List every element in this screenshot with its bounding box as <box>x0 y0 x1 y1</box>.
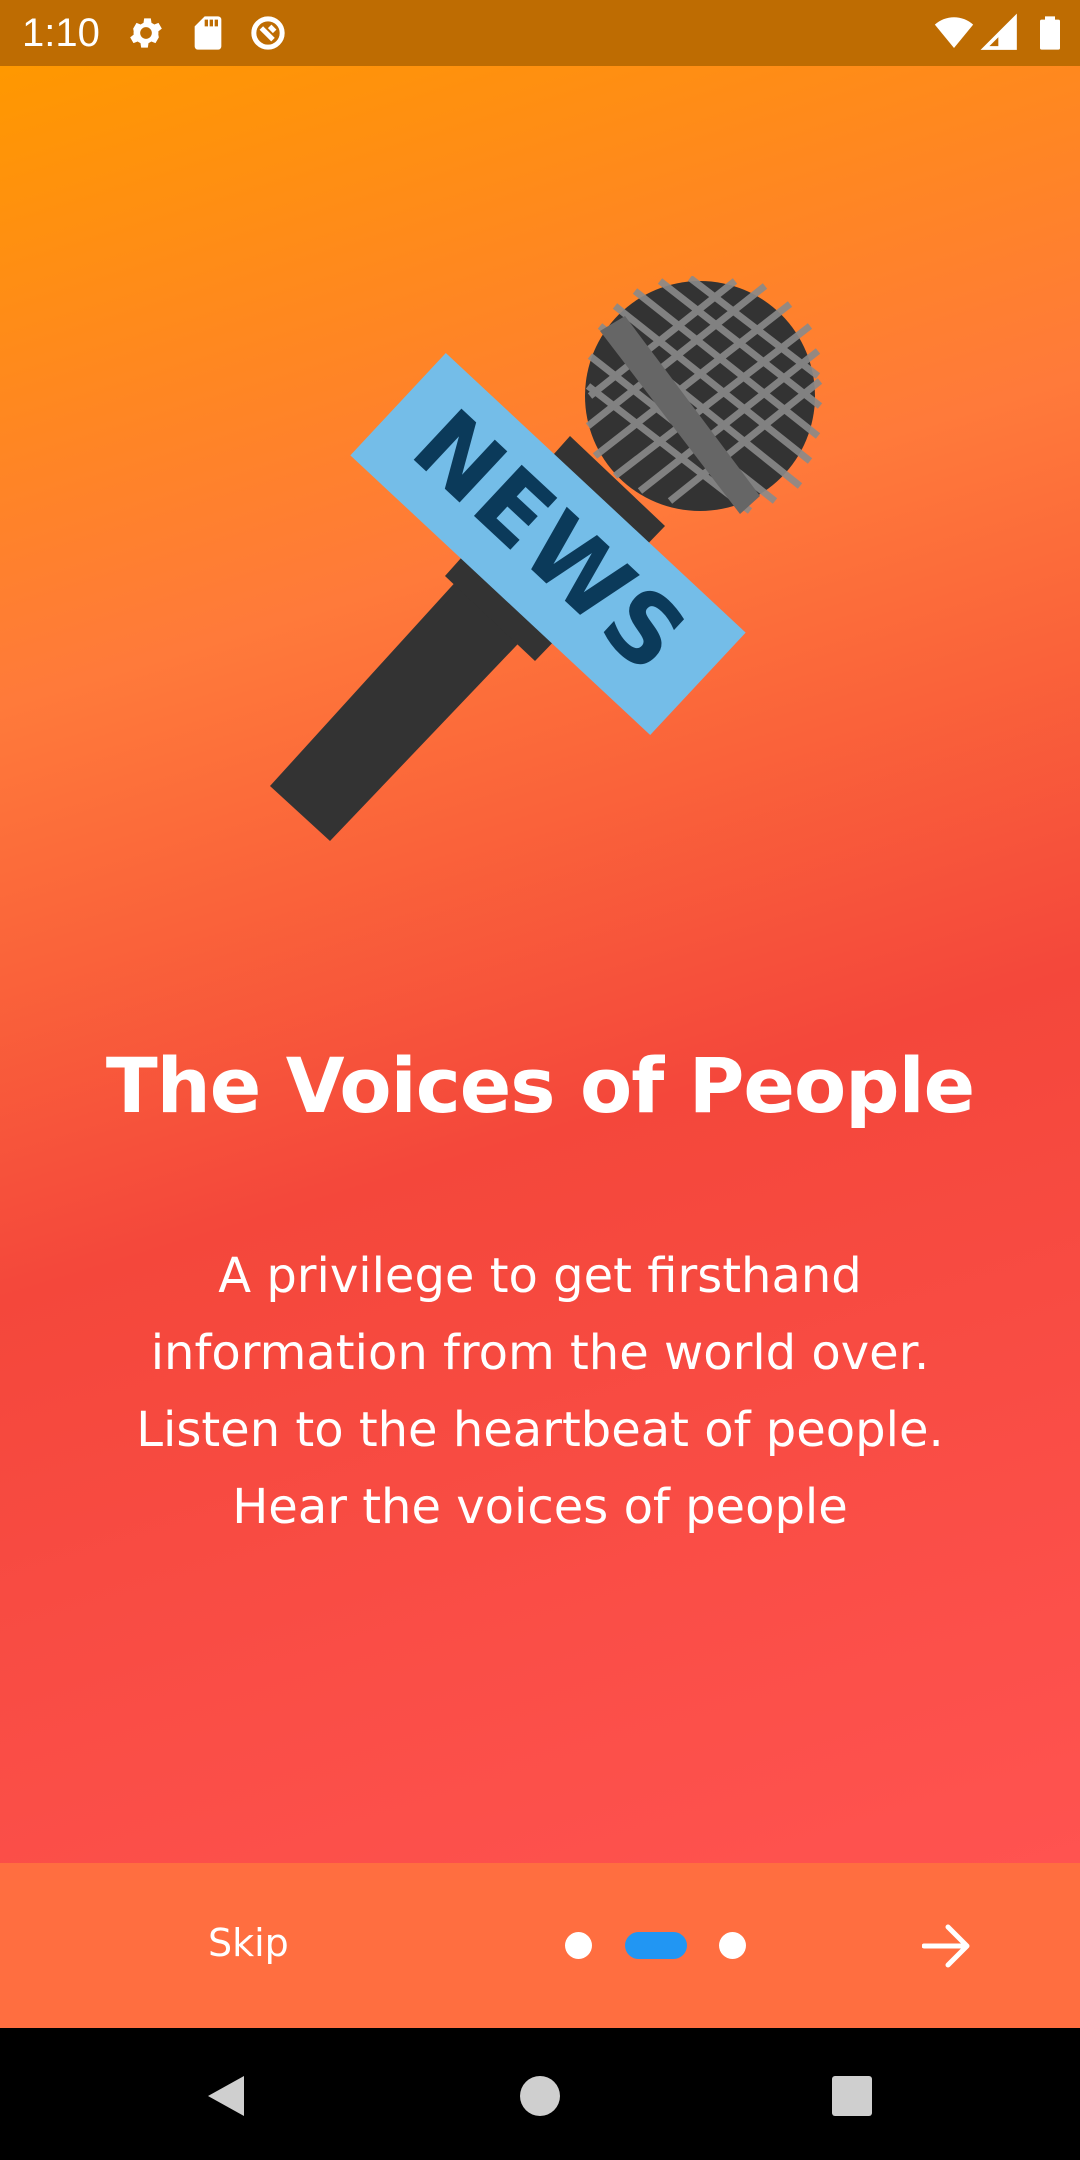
page-description: A privilege to get firsthand information… <box>60 1238 1020 1546</box>
home-icon[interactable] <box>518 2074 562 2118</box>
skip-button[interactable]: Skip <box>208 1918 289 1968</box>
onboarding-page: NEWS The Voices of People A privilege to… <box>0 66 1080 1863</box>
page-indicator-dot-3[interactable] <box>719 1932 746 1959</box>
back-icon[interactable] <box>204 2074 248 2118</box>
description-line: Hear the voices of people <box>232 1479 848 1535</box>
settings-icon <box>130 18 162 48</box>
description-line: Listen to the heartbeat of people. <box>136 1402 944 1458</box>
sd-card-icon <box>194 16 222 50</box>
status-time: 1:10 <box>22 11 100 55</box>
page-title: The Voices of People <box>105 1041 975 1130</box>
wifi-icon <box>934 17 974 48</box>
signal-icon <box>980 13 1017 50</box>
system-navigation-bar <box>0 2028 1080 2160</box>
recents-icon[interactable] <box>830 2074 874 2118</box>
page-indicator-dot-2-active[interactable] <box>625 1932 687 1959</box>
onboarding-screen: 1:10 NEWS The Voices of People A privile… <box>0 0 1080 2160</box>
status-bar: 1:10 <box>0 0 1080 66</box>
next-arrow-icon[interactable] <box>922 1923 972 1969</box>
battery-icon <box>1040 16 1060 50</box>
onboarding-controls: Skip <box>0 1863 1080 2028</box>
sync-icon <box>251 16 285 50</box>
page-indicator-dot-1[interactable] <box>565 1932 592 1959</box>
description-line: information from the world over. <box>150 1325 930 1381</box>
description-line: A privilege to get firsthand <box>218 1248 862 1304</box>
news-microphone-illustration: NEWS <box>270 276 823 841</box>
